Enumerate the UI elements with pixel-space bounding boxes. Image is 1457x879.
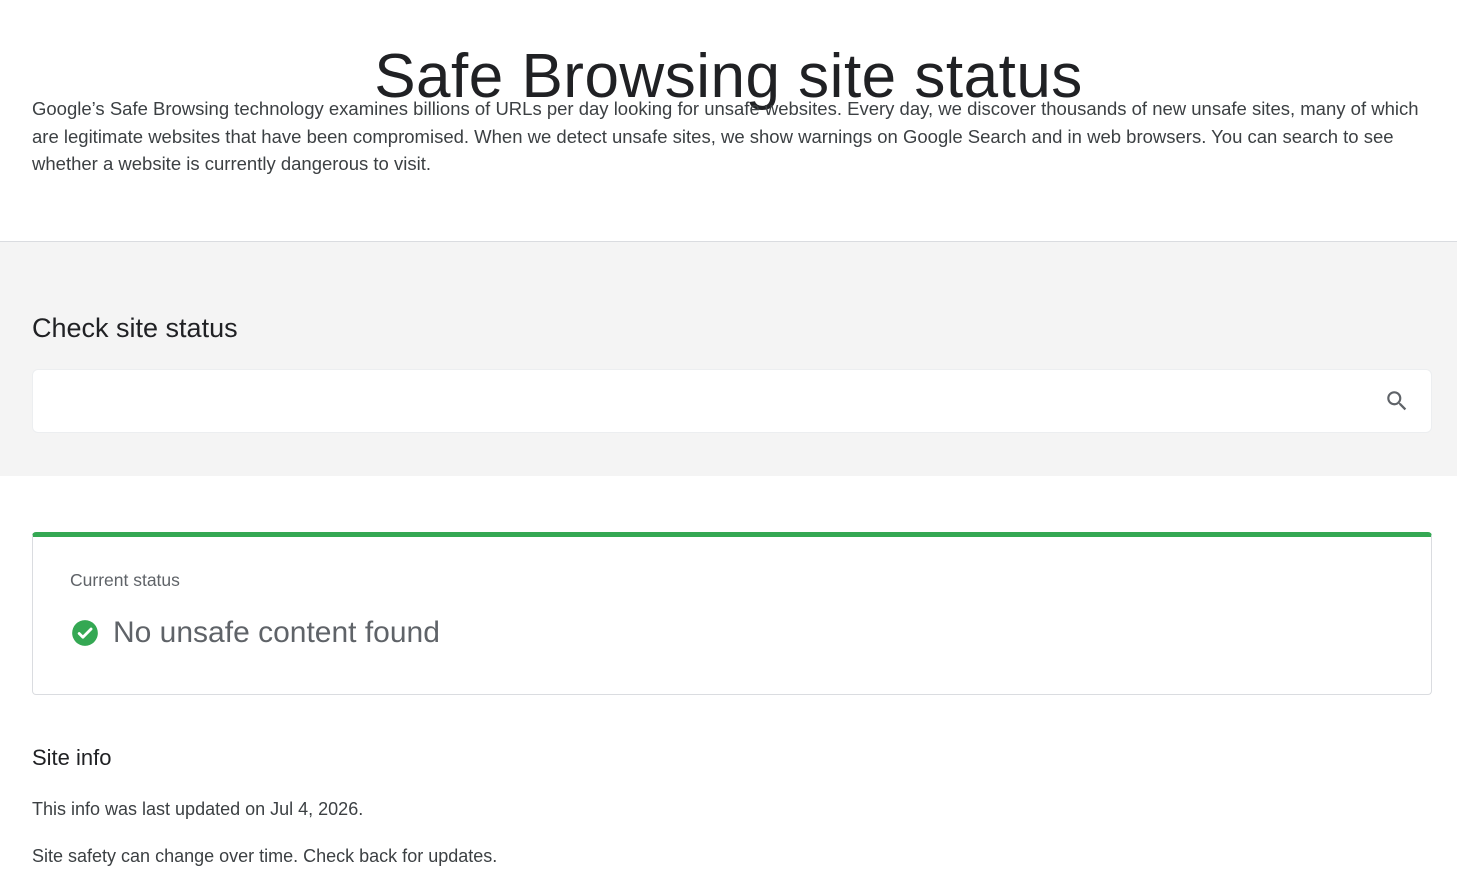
intro-text: Google’s Safe Browsing technology examin… (32, 98, 1419, 174)
status-card: Current status No unsafe content found (32, 532, 1432, 695)
status-row: No unsafe content found (71, 613, 440, 653)
search-box (32, 369, 1432, 433)
search-button[interactable] (1377, 381, 1417, 421)
site-info-title: Site info (32, 745, 112, 770)
check-circle-icon (71, 619, 99, 647)
safety-note-text: Site safety can change over time. Check … (32, 846, 498, 866)
check-site-heading: Check site status (32, 313, 238, 343)
page: Safe Browsing site status Google’s Safe … (0, 0, 1457, 879)
search-icon (1387, 391, 1407, 411)
status-label: Current status (70, 570, 180, 590)
last-updated-text: This info was last updated on Jul 4, 202… (32, 799, 364, 819)
search-input[interactable] (33, 370, 1363, 432)
check-site-section: Check site status (0, 241, 1457, 476)
status-text: No unsafe content found (113, 616, 440, 649)
